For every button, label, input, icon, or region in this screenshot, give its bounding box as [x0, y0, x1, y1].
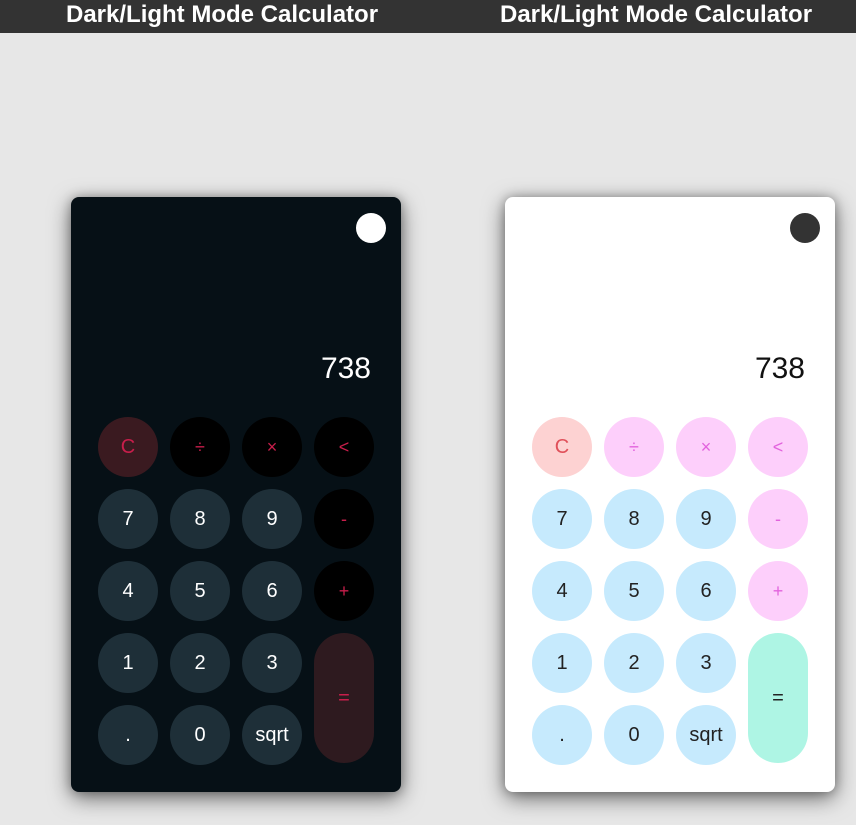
decimal-button[interactable]: . — [98, 705, 158, 765]
digit-0-button[interactable]: 0 — [604, 705, 664, 765]
sqrt-button[interactable]: sqrt — [242, 705, 302, 765]
multiply-button[interactable]: × — [676, 417, 736, 477]
light-calculator: 738 C ÷ × < 7 8 9 - 4 5 6 + 1 2 3 = . 0 … — [505, 197, 835, 792]
digit-2-button[interactable]: 2 — [170, 633, 230, 693]
digit-3-button[interactable]: 3 — [676, 633, 736, 693]
digit-4-button[interactable]: 4 — [532, 561, 592, 621]
digit-1-button[interactable]: 1 — [532, 633, 592, 693]
digit-1-button[interactable]: 1 — [98, 633, 158, 693]
theme-toggle-button[interactable] — [790, 213, 820, 243]
equals-button[interactable]: = — [748, 633, 808, 763]
plus-button[interactable]: + — [748, 561, 808, 621]
divide-button[interactable]: ÷ — [170, 417, 230, 477]
multiply-button[interactable]: × — [242, 417, 302, 477]
digit-9-button[interactable]: 9 — [242, 489, 302, 549]
digit-7-button[interactable]: 7 — [98, 489, 158, 549]
decimal-button[interactable]: . — [532, 705, 592, 765]
page-title: Dark/Light Mode Calculator — [500, 1, 813, 28]
equals-button[interactable]: = — [314, 633, 374, 763]
theme-toggle-button[interactable] — [356, 213, 386, 243]
divide-button[interactable]: ÷ — [604, 417, 664, 477]
digit-8-button[interactable]: 8 — [604, 489, 664, 549]
page-title: Dark/Light Mode Calculator — [66, 1, 379, 28]
clear-button[interactable]: C — [98, 417, 158, 477]
clear-button[interactable]: C — [532, 417, 592, 477]
digit-3-button[interactable]: 3 — [242, 633, 302, 693]
digit-4-button[interactable]: 4 — [98, 561, 158, 621]
digit-5-button[interactable]: 5 — [170, 561, 230, 621]
dark-calculator: 738 C ÷ × < 7 8 9 - 4 5 6 + 1 2 3 = . 0 … — [71, 197, 401, 792]
digit-6-button[interactable]: 6 — [676, 561, 736, 621]
digit-0-button[interactable]: 0 — [170, 705, 230, 765]
calculator-display: 738 — [320, 352, 371, 385]
digit-6-button[interactable]: 6 — [242, 561, 302, 621]
digit-9-button[interactable]: 9 — [676, 489, 736, 549]
calculator-display: 738 — [754, 352, 805, 385]
minus-button[interactable]: - — [314, 489, 374, 549]
digit-5-button[interactable]: 5 — [604, 561, 664, 621]
minus-button[interactable]: - — [748, 489, 808, 549]
digit-8-button[interactable]: 8 — [170, 489, 230, 549]
digit-7-button[interactable]: 7 — [532, 489, 592, 549]
backspace-button[interactable]: < — [748, 417, 808, 477]
plus-button[interactable]: + — [314, 561, 374, 621]
sqrt-button[interactable]: sqrt — [676, 705, 736, 765]
digit-2-button[interactable]: 2 — [604, 633, 664, 693]
backspace-button[interactable]: < — [314, 417, 374, 477]
